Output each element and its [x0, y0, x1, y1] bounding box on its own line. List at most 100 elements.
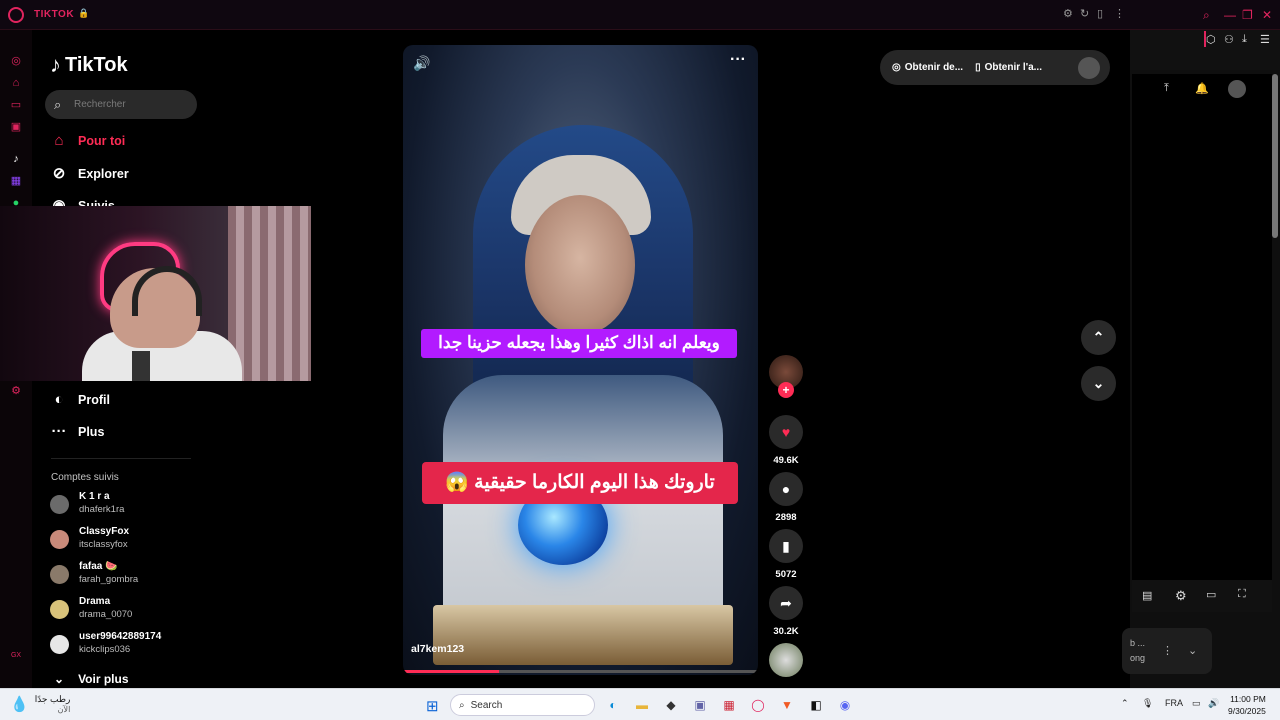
teams-icon[interactable]: ▣: [690, 695, 710, 715]
followed-account[interactable]: Drama drama_0070: [50, 596, 132, 620]
chat-icon[interactable]: ▭: [10, 99, 22, 111]
taskbar: 💧 رطب جدًا الآن ⊞ ⌕ Search ◐ ▬ ◆ ▣ ▦ ◯ ▼…: [0, 688, 1280, 720]
microphone-icon[interactable]: 🎙: [1142, 698, 1153, 709]
nav-plus[interactable]: ··· Plus: [50, 423, 105, 441]
settings-gear-icon[interactable]: ⚙: [10, 385, 22, 397]
menu-icon[interactable]: ☰: [1260, 33, 1270, 46]
followed-account[interactable]: ClassyFox itsclassyfox: [50, 526, 129, 550]
see-more-button[interactable]: ⌄ Voir plus: [54, 672, 129, 686]
next-video-button[interactable]: ⌄: [1081, 366, 1116, 401]
twitch-icon[interactable]: ▦: [10, 175, 22, 187]
gear-icon[interactable]: ⚙: [1175, 588, 1187, 604]
close-icon[interactable]: ✕: [1262, 8, 1272, 22]
nav-pour-toi[interactable]: ⌂ Pour toi: [50, 132, 125, 150]
subtitles-icon[interactable]: ▤: [1142, 589, 1152, 602]
scrollbar[interactable]: [1272, 74, 1278, 238]
windows-start-icon[interactable]: ⊞: [426, 697, 439, 715]
get-app-label: Obtenir l'a...: [984, 62, 1042, 73]
volume-icon[interactable]: 🔊: [413, 55, 430, 72]
app-icon[interactable]: ▦: [719, 695, 739, 715]
volume-icon[interactable]: 🔊: [1208, 698, 1219, 709]
settings-icon[interactable]: ⚙: [1063, 7, 1073, 20]
network-icon[interactable]: ▭: [1192, 698, 1201, 709]
video-progress-bar[interactable]: [403, 670, 758, 673]
chevron-up-icon[interactable]: ⌃: [1121, 698, 1129, 709]
fullscreen-icon[interactable]: ⛶: [1238, 588, 1246, 601]
tiktok-logo[interactable]: ♪ TikTok: [50, 52, 128, 78]
side-video[interactable]: ⤒ 🔔: [1132, 74, 1272, 584]
theater-icon[interactable]: ▭: [1206, 588, 1216, 601]
download-icon[interactable]: ⤓: [1242, 33, 1247, 46]
messenger-icon[interactable]: ◎: [10, 55, 22, 67]
instagram-icon[interactable]: ▣: [10, 121, 22, 133]
clock[interactable]: 11:00 PM 9/30/2025: [1228, 693, 1266, 717]
nav-profil[interactable]: ◐ Profil: [50, 391, 110, 409]
video-username[interactable]: al7kem123: [411, 643, 464, 655]
divider: [51, 458, 191, 459]
get-coins-button[interactable]: ◎ Obtenir de...: [892, 62, 963, 73]
pin-icon[interactable]: ▯: [1097, 7, 1103, 20]
nav-explorer[interactable]: ⊘ Explorer: [50, 165, 129, 183]
search-input[interactable]: ⌕ Rechercher: [45, 90, 197, 119]
brave-icon[interactable]: ▼: [777, 695, 797, 715]
app-icon[interactable]: ◆: [661, 695, 681, 715]
nav-label: Plus: [78, 425, 105, 439]
file-explorer-icon[interactable]: ▬: [632, 695, 652, 715]
language-indicator[interactable]: FRA: [1165, 698, 1183, 708]
minimize-icon[interactable]: —: [1224, 8, 1236, 22]
mini-player-card[interactable]: b ... ong ⋮ ⌄: [1122, 628, 1212, 674]
raindrop-icon: 💧: [10, 696, 29, 713]
followed-account[interactable]: K 1 r a dhaferk1ra: [50, 491, 124, 515]
bell-icon[interactable]: 🔔: [1195, 82, 1209, 95]
taskbar-search[interactable]: ⌕ Search: [450, 694, 595, 716]
followed-accounts-title: Comptes suivis: [51, 472, 119, 483]
comment-button[interactable]: ● 2898: [768, 472, 804, 523]
search-label: Search: [470, 699, 503, 711]
gx-icon[interactable]: GX: [10, 650, 22, 662]
avatar[interactable]: [1078, 56, 1100, 79]
chevron-down-icon[interactable]: ⌄: [1188, 644, 1197, 657]
weather-widget[interactable]: 💧 رطب جدًا الآن: [10, 694, 70, 714]
opera-logo-icon[interactable]: [8, 7, 24, 23]
avatar: [50, 600, 69, 619]
bag-icon[interactable]: ⌂: [10, 77, 22, 89]
save-button[interactable]: ▮ 5072: [768, 529, 804, 580]
menu-dots-icon[interactable]: ⋮: [1114, 7, 1125, 20]
reload-icon[interactable]: ↻: [1080, 7, 1089, 20]
search-icon[interactable]: ⌕: [1203, 8, 1210, 23]
edge-icon[interactable]: ◐: [603, 695, 623, 715]
upload-icon[interactable]: ⤒: [1164, 82, 1169, 95]
video-player[interactable]: 🔊 ··· ويعلم انه اذاك كثيرا وهذا يجعله حز…: [403, 45, 758, 675]
app-icon[interactable]: ◧: [806, 695, 826, 715]
like-button[interactable]: ♥ 49.6K: [768, 415, 804, 466]
nav-label: Profil: [78, 393, 110, 407]
avatar[interactable]: [1228, 80, 1246, 98]
weather-text: رطب جدًا: [34, 694, 71, 704]
curtain: [228, 206, 311, 381]
music-disc-button[interactable]: [768, 643, 804, 677]
weather-subtext: الآن: [57, 705, 71, 714]
followed-account[interactable]: fafaa 🍉 farah_gombra: [50, 561, 138, 585]
previous-video-button[interactable]: ⌃: [1081, 320, 1116, 355]
share-button[interactable]: ➦ 30.2K: [768, 586, 804, 637]
more-dots-icon[interactable]: ···: [730, 51, 746, 69]
creator-avatar-button[interactable]: +: [768, 355, 804, 398]
account-name: ClassyFox: [79, 526, 130, 537]
more-dots-icon[interactable]: ⋮: [1162, 644, 1173, 657]
tiktok-app-icon[interactable]: ♪: [10, 153, 22, 165]
compass-icon: ⊘: [52, 165, 66, 182]
extension-icon[interactable]: ⬡: [1206, 33, 1216, 46]
caption-bottom: تاروتك هذا اليوم الكارما حقيقية 😱: [422, 462, 738, 504]
follow-plus-icon[interactable]: +: [778, 382, 794, 398]
restore-icon[interactable]: ❐: [1242, 8, 1253, 22]
video-frame-book: [433, 605, 733, 665]
followed-account[interactable]: user99642889174 kickclips036: [50, 631, 161, 655]
opera-gx-icon[interactable]: ◯: [748, 695, 768, 715]
comment-icon: ●: [769, 472, 803, 506]
discord-icon[interactable]: ◉: [835, 695, 855, 715]
chevron-down-icon: ⌄: [54, 672, 65, 686]
bookmark-icon: ▮: [769, 529, 803, 563]
time: 11:00 PM: [1230, 694, 1266, 704]
get-app-button[interactable]: ▯ Obtenir l'a...: [975, 62, 1042, 73]
account-icon[interactable]: ⚇: [1224, 33, 1234, 46]
